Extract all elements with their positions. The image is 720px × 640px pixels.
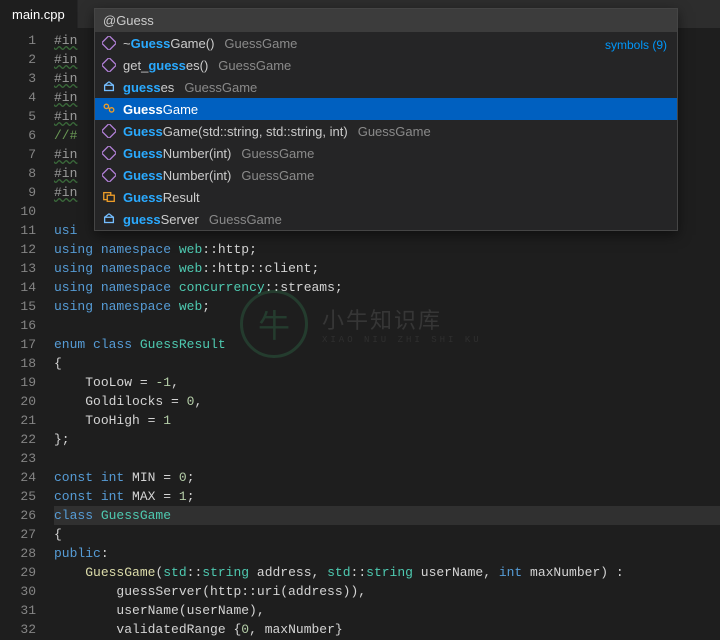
symbol-suggestion-item[interactable]: GuessResult	[95, 186, 677, 208]
symbol-search-popup: symbols (9) ~GuessGame()GuessGameget_gue…	[94, 8, 678, 231]
symbol-suggestion-list: ~GuessGame() GuessGame get_guesses() GuessG…	[95, 32, 677, 230]
line-number: 28	[0, 544, 36, 563]
tab-label: main.cpp	[12, 7, 65, 22]
method-icon	[101, 123, 117, 139]
code-line	[54, 449, 720, 468]
line-number: 19	[0, 373, 36, 392]
line-number: 13	[0, 259, 36, 278]
symbol-suggestion-item[interactable]: ~GuessGame() GuessGame	[95, 32, 677, 54]
code-line: using namespace concurrency::streams;	[54, 278, 720, 297]
line-number: 22	[0, 430, 36, 449]
line-number: 8	[0, 164, 36, 183]
line-number: 31	[0, 601, 36, 620]
line-number: 26	[0, 506, 36, 525]
field-icon	[101, 211, 117, 227]
suggestion-detail: GuessGame	[218, 58, 291, 73]
line-number: 20	[0, 392, 36, 411]
code-line: using namespace web::http::client;	[54, 259, 720, 278]
suggestion-label: GuessNumber(int)	[123, 168, 231, 183]
code-line: userName(userName),	[54, 601, 720, 620]
line-number: 9	[0, 183, 36, 202]
line-number: 24	[0, 468, 36, 487]
line-number: 5	[0, 107, 36, 126]
symbol-count-label: symbols (9)	[605, 38, 667, 52]
symbol-suggestion-item[interactable]: guesses GuessGame	[95, 76, 677, 98]
suggestion-label: GuessResult	[123, 190, 200, 205]
code-line: enum class GuessResult	[54, 335, 720, 354]
line-number: 25	[0, 487, 36, 506]
code-line: };	[54, 430, 720, 449]
code-line: validatedRange {0, maxNumber}	[54, 620, 720, 639]
symbol-suggestion-item[interactable]: GuessGame	[95, 98, 677, 120]
suggestion-detail: GuessGame	[184, 80, 257, 95]
code-line: TooLow = -1,	[54, 373, 720, 392]
line-number: 12	[0, 240, 36, 259]
line-number: 27	[0, 525, 36, 544]
line-number: 16	[0, 316, 36, 335]
suggestion-label: guesses	[123, 80, 174, 95]
code-line: public:	[54, 544, 720, 563]
code-line: guessServer(http::uri(address)),	[54, 582, 720, 601]
symbol-suggestion-item[interactable]: guessServer GuessGame	[95, 208, 677, 230]
line-number: 18	[0, 354, 36, 373]
suggestion-detail: GuessGame	[224, 36, 297, 51]
symbol-suggestion-item[interactable]: GuessNumber(int) GuessGame	[95, 142, 677, 164]
code-line: using namespace web;	[54, 297, 720, 316]
line-number: 32	[0, 620, 36, 639]
field-icon	[101, 79, 117, 95]
line-number: 23	[0, 449, 36, 468]
suggestion-detail: GuessGame	[241, 168, 314, 183]
code-line: using namespace web::http;	[54, 240, 720, 259]
suggestion-detail: GuessGame	[209, 212, 282, 227]
suggestion-label: guessServer	[123, 212, 199, 227]
code-line: Goldilocks = 0,	[54, 392, 720, 411]
class-icon	[101, 101, 117, 117]
code-line: TooHigh = 1	[54, 411, 720, 430]
line-number: 14	[0, 278, 36, 297]
suggestion-detail: GuessGame	[358, 124, 431, 139]
line-number: 3	[0, 69, 36, 88]
method-icon	[101, 145, 117, 161]
code-line: {	[54, 354, 720, 373]
line-number: 1	[0, 31, 36, 50]
line-number: 4	[0, 88, 36, 107]
suggestion-detail: GuessGame	[241, 146, 314, 161]
line-number: 15	[0, 297, 36, 316]
code-line: const int MIN = 0;	[54, 468, 720, 487]
enum-icon	[101, 189, 117, 205]
symbol-suggestion-item[interactable]: get_guesses() GuessGame	[95, 54, 677, 76]
code-line	[54, 316, 720, 335]
symbol-search-input[interactable]	[95, 9, 677, 32]
symbol-suggestion-item[interactable]: GuessGame(std::string, std::string, int)…	[95, 120, 677, 142]
code-line: {	[54, 525, 720, 544]
line-number: 7	[0, 145, 36, 164]
suggestion-label: GuessGame	[123, 102, 198, 117]
line-number: 29	[0, 563, 36, 582]
code-line: class GuessGame	[54, 506, 720, 525]
method-icon	[101, 35, 117, 51]
method-icon	[101, 57, 117, 73]
line-number: 11	[0, 221, 36, 240]
code-line: GuessGame(std::string address, std::stri…	[54, 563, 720, 582]
tab-main-cpp[interactable]: main.cpp	[0, 0, 78, 28]
suggestion-label: get_guesses()	[123, 58, 208, 73]
line-number: 6	[0, 126, 36, 145]
code-line: const int MAX = 1;	[54, 487, 720, 506]
symbol-suggestion-item[interactable]: GuessNumber(int) GuessGame	[95, 164, 677, 186]
line-number: 2	[0, 50, 36, 69]
line-number: 21	[0, 411, 36, 430]
suggestion-label: GuessGame(std::string, std::string, int)	[123, 124, 348, 139]
suggestion-label: GuessNumber(int)	[123, 146, 231, 161]
suggestion-label: ~GuessGame()	[123, 36, 214, 51]
line-number-gutter: 1234567891011121314151617181920212223242…	[0, 28, 54, 640]
line-number: 17	[0, 335, 36, 354]
method-icon	[101, 167, 117, 183]
line-number: 30	[0, 582, 36, 601]
line-number: 10	[0, 202, 36, 221]
